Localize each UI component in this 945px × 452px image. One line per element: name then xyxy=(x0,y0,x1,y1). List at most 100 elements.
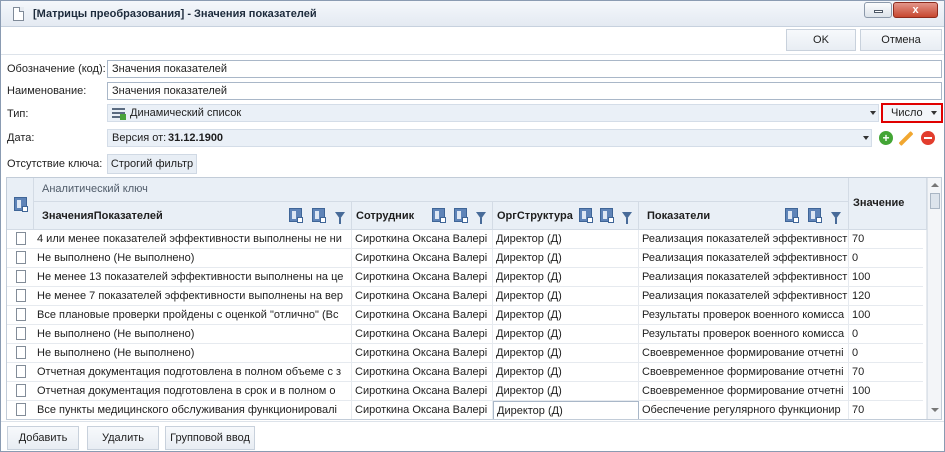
cell-value-text[interactable]: 4 или менее показателей эффективности вы… xyxy=(34,230,352,249)
cell-value-text[interactable]: Все пункты медицинского обслуживания фун… xyxy=(34,401,352,419)
name-field[interactable]: Значения показателей xyxy=(107,82,942,100)
cell-org-structure[interactable]: Директор (Д) xyxy=(493,325,639,344)
cell-org-structure[interactable]: Директор (Д) xyxy=(493,363,639,382)
table-row[interactable]: 4 или менее показателей эффективности вы… xyxy=(7,230,927,249)
cell-indicator[interactable]: Своевременное формирование отчетні xyxy=(639,344,849,363)
cell-value-text[interactable]: Не выполнено (Не выполнено) xyxy=(34,325,352,344)
group-icon[interactable] xyxy=(289,208,303,223)
cell-value[interactable]: 100 xyxy=(849,306,927,325)
group-icon[interactable] xyxy=(785,208,799,223)
delete-version-icon[interactable] xyxy=(921,131,935,145)
cell-value-text[interactable]: Все плановые проверки пройдены с оценкой… xyxy=(34,306,352,325)
cell-org-structure[interactable]: Директор (Д) xyxy=(493,268,639,287)
cell-employee[interactable]: Сироткина Оксана Валері xyxy=(352,268,493,287)
sort-icon[interactable] xyxy=(312,208,326,223)
cancel-button[interactable]: Отмена xyxy=(860,29,942,51)
cell-value[interactable]: 0 xyxy=(849,249,927,268)
group-icon[interactable] xyxy=(432,208,446,223)
cell-value-text[interactable]: Отчетная документация подготовлена в пол… xyxy=(34,363,352,382)
column-header-employee[interactable]: Сотрудник xyxy=(352,202,493,230)
close-button[interactable]: x xyxy=(893,2,938,18)
cell-indicator[interactable]: Результаты проверок военного комисса xyxy=(639,325,849,344)
cell-org-structure[interactable]: Директор (Д) xyxy=(493,249,639,268)
value-type-select[interactable]: Число xyxy=(881,103,943,123)
cell-value[interactable]: 0 xyxy=(849,344,927,363)
cell-indicator[interactable]: Реализация показателей эффективності xyxy=(639,287,849,306)
add-version-icon[interactable]: + xyxy=(879,131,893,145)
cell-employee[interactable]: Сироткина Оксана Валері xyxy=(352,287,493,306)
title-bar[interactable]: [Матрицы преобразования] - Значения пока… xyxy=(1,1,944,27)
column-header-org[interactable]: ОргСтруктура xyxy=(493,202,639,230)
cell-employee[interactable]: Сироткина Оксана Валері xyxy=(352,363,493,382)
scroll-up-icon[interactable] xyxy=(931,183,939,187)
cell-org-structure[interactable]: Директор (Д) xyxy=(493,344,639,363)
cell-indicator[interactable]: Обеспечение регулярного функционир xyxy=(639,401,849,419)
filter-icon[interactable] xyxy=(831,212,841,224)
group-icon[interactable] xyxy=(579,208,593,223)
cell-value-text[interactable]: Не менее 7 показателей эффективности вып… xyxy=(34,287,352,306)
vertical-scrollbar[interactable] xyxy=(927,178,941,419)
grid-corner[interactable] xyxy=(7,178,34,230)
delete-button[interactable]: Удалить xyxy=(87,426,159,450)
cell-employee[interactable]: Сироткина Оксана Валері xyxy=(352,382,493,401)
strict-filter-option[interactable]: Строгий фильтр xyxy=(107,154,197,174)
cell-indicator[interactable]: Своевременное формирование отчетні xyxy=(639,363,849,382)
cell-value[interactable]: 70 xyxy=(849,401,927,419)
cell-indicator[interactable]: Реализация показателей эффективності xyxy=(639,268,849,287)
table-row[interactable]: Не выполнено (Не выполнено) Сироткина Окс… xyxy=(7,344,927,363)
table-row[interactable]: Не выполнено (Не выполнено) Сироткина Окс… xyxy=(7,249,927,268)
table-row[interactable]: Отчетная документация подготовлена в сро… xyxy=(7,382,927,401)
sort-icon[interactable] xyxy=(808,208,822,223)
type-select[interactable]: Динамический список xyxy=(107,104,879,122)
cell-employee[interactable]: Сироткина Оксана Валері xyxy=(352,249,493,268)
cell-employee[interactable]: Сироткина Оксана Валері xyxy=(352,401,493,419)
cell-indicator[interactable]: Реализация показателей эффективності xyxy=(639,230,849,249)
table-row[interactable]: Все пункты медицинского обслуживания фун… xyxy=(7,401,927,419)
filter-icon[interactable] xyxy=(622,212,632,224)
cell-org-structure[interactable]: Директор (Д) xyxy=(493,230,639,249)
cell-value[interactable]: 70 xyxy=(849,363,927,382)
cell-value[interactable]: 100 xyxy=(849,382,927,401)
cell-org-structure[interactable]: Директор (Д) xyxy=(493,401,639,419)
column-chooser-icon[interactable] xyxy=(14,197,28,212)
cell-value-text[interactable]: Не менее 13 показателей эффективности вы… xyxy=(34,268,352,287)
sort-icon[interactable] xyxy=(600,208,614,223)
minimize-button[interactable] xyxy=(864,2,892,18)
scroll-down-icon[interactable] xyxy=(931,408,939,412)
cell-employee[interactable]: Сироткина Оксана Валері xyxy=(352,230,493,249)
cell-value-text[interactable]: Не выполнено (Не выполнено) xyxy=(34,249,352,268)
column-header-value[interactable]: Значение xyxy=(849,178,927,230)
version-select[interactable]: Версия от: 31.12.1900 xyxy=(107,129,872,147)
scroll-thumb[interactable] xyxy=(930,193,940,209)
cell-value[interactable]: 120 xyxy=(849,287,927,306)
column-header-values[interactable]: ЗначенияПоказателей xyxy=(34,202,352,230)
code-field[interactable]: Значения показателей xyxy=(107,60,942,78)
cell-indicator[interactable]: Реализация показателей эффективності xyxy=(639,249,849,268)
cell-value-text[interactable]: Не выполнено (Не выполнено) xyxy=(34,344,352,363)
ok-button[interactable]: OK xyxy=(786,29,856,51)
add-button[interactable]: Добавить xyxy=(7,426,79,450)
cell-value[interactable]: 100 xyxy=(849,268,927,287)
cell-indicator[interactable]: Результаты проверок военного комисса xyxy=(639,306,849,325)
edit-version-icon[interactable] xyxy=(898,131,914,146)
sort-icon[interactable] xyxy=(454,208,468,223)
group-input-button[interactable]: Групповой ввод xyxy=(165,426,255,450)
column-header-indicators[interactable]: Показатели xyxy=(639,202,849,230)
table-row[interactable]: Не выполнено (Не выполнено) Сироткина Окс… xyxy=(7,325,927,344)
cell-value[interactable]: 70 xyxy=(849,230,927,249)
cell-value-text[interactable]: Отчетная документация подготовлена в сро… xyxy=(34,382,352,401)
table-row[interactable]: Не менее 7 показателей эффективности вып… xyxy=(7,287,927,306)
cell-org-structure[interactable]: Директор (Д) xyxy=(493,287,639,306)
table-row[interactable]: Не менее 13 показателей эффективности вы… xyxy=(7,268,927,287)
cell-org-structure[interactable]: Директор (Д) xyxy=(493,382,639,401)
cell-org-structure[interactable]: Директор (Д) xyxy=(493,306,639,325)
cell-employee[interactable]: Сироткина Оксана Валері xyxy=(352,325,493,344)
filter-icon[interactable] xyxy=(476,212,486,224)
cell-value[interactable]: 0 xyxy=(849,325,927,344)
table-row[interactable]: Все плановые проверки пройдены с оценкой… xyxy=(7,306,927,325)
table-row[interactable]: Отчетная документация подготовлена в пол… xyxy=(7,363,927,382)
cell-indicator[interactable]: Своевременное формирование отчетні xyxy=(639,382,849,401)
filter-icon[interactable] xyxy=(335,212,345,224)
cell-employee[interactable]: Сироткина Оксана Валері xyxy=(352,344,493,363)
cell-employee[interactable]: Сироткина Оксана Валері xyxy=(352,306,493,325)
